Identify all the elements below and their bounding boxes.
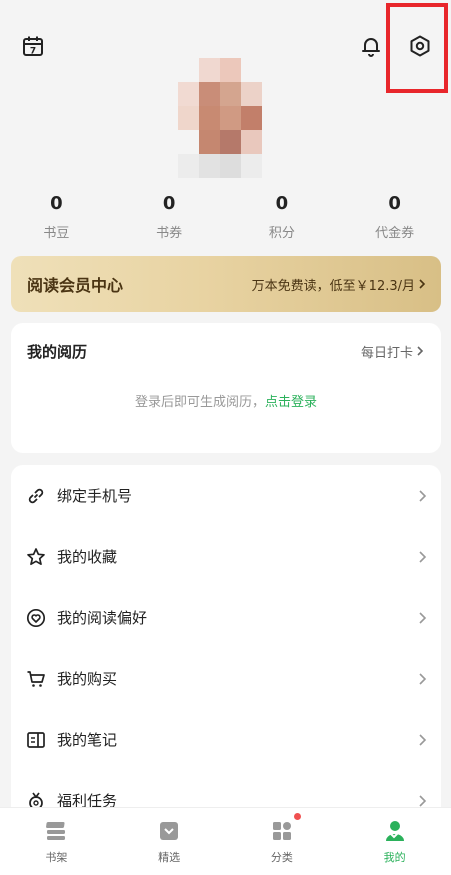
chevron-right-icon	[419, 611, 427, 624]
star-icon	[25, 546, 47, 568]
chevron-right-icon	[419, 550, 427, 563]
chevron-right-icon	[419, 672, 427, 685]
chevron-right-icon	[419, 794, 427, 807]
settings-icon[interactable]	[406, 32, 434, 60]
tab-label: 分类	[270, 850, 293, 864]
vip-promo: 万本免费读，低至￥12.3/月	[252, 275, 427, 294]
tab-featured[interactable]: 精选	[113, 808, 226, 875]
history-header: 我的阅历 每日打卡	[11, 323, 441, 379]
avatar[interactable]	[178, 58, 262, 178]
menu-item-purchases[interactable]: 我的购买	[11, 648, 441, 709]
calendar-day: 7	[30, 47, 36, 57]
menu-item-label: 我的购买	[57, 670, 118, 688]
login-link[interactable]: 点击登录	[265, 395, 317, 410]
stat-label: 代金券	[375, 226, 415, 241]
menu-item-label: 绑定手机号	[57, 487, 133, 505]
stat-label: 积分	[268, 226, 295, 241]
stat-book-coupons[interactable]: 0 书券	[113, 192, 226, 241]
tab-profile[interactable]: 我的	[338, 808, 451, 875]
tab-bookshelf[interactable]: 书架	[0, 808, 113, 875]
chevron-right-icon	[419, 489, 427, 502]
chevron-right-icon	[419, 733, 427, 746]
menu-list: 绑定手机号 我的收藏 我的阅读偏好 我的购买 我的笔记 福利任务	[11, 465, 441, 845]
stat-book-beans[interactable]: 0 书豆	[0, 192, 113, 241]
history-hint-text: 登录后即可生成阅历，	[134, 395, 265, 410]
featured-icon	[156, 819, 182, 843]
reading-history-card: 我的阅历 每日打卡 登录后即可生成阅历，点击登录	[11, 323, 441, 453]
tab-label: 精选	[158, 850, 181, 864]
daily-checkin-link[interactable]: 每日打卡	[361, 342, 425, 361]
history-title: 我的阅历	[27, 342, 88, 361]
menu-item-bind-phone[interactable]: 绑定手机号	[11, 465, 441, 526]
stat-value: 0	[275, 193, 289, 214]
tab-label: 书架	[45, 850, 68, 864]
menu-item-reading-preference[interactable]: 我的阅读偏好	[11, 587, 441, 648]
bell-icon[interactable]	[357, 32, 385, 60]
bookshelf-icon	[43, 819, 69, 843]
heart-icon	[25, 607, 47, 629]
menu-item-notes[interactable]: 我的笔记	[11, 709, 441, 770]
chevron-right-icon	[417, 346, 424, 356]
stat-value: 0	[50, 193, 63, 214]
stat-label: 书券	[156, 226, 183, 241]
history-hint: 登录后即可生成阅历，点击登录	[11, 391, 441, 410]
stats-row: 0 书豆 0 书券 0 积分 0 代金券	[0, 192, 451, 241]
calendar-icon[interactable]: 7	[19, 32, 47, 60]
daily-checkin-label: 每日打卡	[360, 345, 413, 361]
link-icon	[25, 485, 47, 507]
stat-value: 0	[388, 193, 401, 214]
menu-item-label: 我的笔记	[57, 731, 118, 749]
menu-item-favorites[interactable]: 我的收藏	[11, 526, 441, 587]
cart-icon	[25, 668, 47, 690]
stat-vouchers[interactable]: 0 代金券	[338, 192, 451, 241]
profile-icon	[382, 819, 408, 843]
vip-title: 阅读会员中心	[27, 276, 124, 295]
bottom-tab-bar: 书架 精选 分类 我的	[0, 807, 451, 875]
stat-label: 书豆	[43, 226, 70, 241]
menu-item-label: 我的收藏	[57, 548, 118, 566]
tab-category[interactable]: 分类	[226, 808, 339, 875]
tab-label: 我的	[383, 850, 406, 864]
menu-item-label: 我的阅读偏好	[57, 609, 148, 627]
vip-promo-text: 万本免费读，低至￥12.3/月	[251, 278, 415, 294]
category-icon	[269, 819, 295, 843]
stat-points[interactable]: 0 积分	[226, 192, 339, 241]
chevron-right-icon	[419, 279, 426, 289]
vip-banner[interactable]: 阅读会员中心 万本免费读，低至￥12.3/月	[11, 256, 441, 312]
notification-dot	[293, 813, 301, 820]
note-icon	[25, 729, 47, 751]
stat-value: 0	[162, 193, 176, 214]
